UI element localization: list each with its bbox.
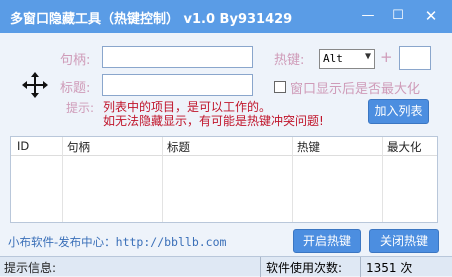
tip-prefix: 提示: bbox=[66, 101, 95, 115]
status-bar: 提示信息: 软件使用次数: 1351 次 bbox=[0, 256, 452, 277]
column-divider bbox=[162, 137, 163, 222]
column-header-id[interactable]: ID bbox=[17, 139, 29, 153]
maximize-button[interactable]: ☐ bbox=[385, 4, 411, 28]
column-header-title[interactable]: 标题 bbox=[167, 139, 190, 155]
close-button[interactable]: ✕ bbox=[418, 4, 444, 28]
publisher-label: 小布软件-发布中心： bbox=[8, 235, 116, 249]
handle-input[interactable] bbox=[102, 46, 253, 68]
publisher-link[interactable]: 小布软件-发布中心：http://bbllb.com bbox=[8, 234, 226, 250]
column-header-handle[interactable]: 句柄 bbox=[67, 139, 90, 155]
title-bar: 多窗口隐藏工具（热键控制） v1.0 By931429 — ☐ ✕ bbox=[0, 0, 452, 33]
maximize-checkbox[interactable] bbox=[274, 81, 286, 93]
usage-count-value: 1351 次 bbox=[366, 261, 413, 275]
column-divider bbox=[62, 137, 63, 222]
status-divider bbox=[360, 257, 361, 277]
status-divider bbox=[260, 257, 261, 277]
column-header-maximize[interactable]: 最大化 bbox=[387, 139, 422, 155]
title-input[interactable] bbox=[102, 74, 253, 96]
table-header: ID 句柄 标题 热键 最大化 bbox=[11, 137, 437, 156]
crosshair-drag-icon[interactable] bbox=[22, 72, 48, 98]
window-title: 多窗口隐藏工具（热键控制） v1.0 By931429 bbox=[10, 12, 293, 27]
chevron-down-icon: ▼ bbox=[364, 51, 371, 62]
enable-hotkey-button[interactable]: 开启热键 bbox=[293, 229, 361, 253]
publisher-url[interactable]: http://bbllb.com bbox=[116, 235, 227, 249]
column-divider bbox=[292, 137, 293, 222]
add-to-list-button[interactable]: 加入列表 bbox=[368, 99, 429, 124]
column-header-hotkey[interactable]: 热键 bbox=[297, 139, 320, 155]
maximize-checkbox-label: 窗口显示后是否最大化 bbox=[290, 82, 421, 97]
hotkey-modifier-value: Alt bbox=[323, 52, 343, 65]
hotkey-label: 热键: bbox=[274, 53, 305, 68]
tip-line-2: 如无法隐藏显示，有可能是热键冲突问题! bbox=[103, 114, 324, 128]
status-tip-label: 提示信息: bbox=[4, 261, 57, 275]
plus-sign: + bbox=[380, 48, 393, 66]
minimize-button[interactable]: — bbox=[355, 4, 381, 28]
hotkey-key-input[interactable] bbox=[399, 46, 431, 70]
hotkey-modifier-select[interactable]: Alt ▼ bbox=[319, 49, 375, 69]
hotkey-list-table[interactable]: ID 句柄 标题 热键 最大化 bbox=[10, 136, 438, 223]
usage-count-label: 软件使用次数: bbox=[266, 261, 343, 275]
column-divider bbox=[382, 137, 383, 222]
handle-label: 句柄: bbox=[60, 53, 91, 68]
title-label: 标题: bbox=[60, 81, 91, 96]
disable-hotkey-button[interactable]: 关闭热键 bbox=[369, 229, 439, 253]
